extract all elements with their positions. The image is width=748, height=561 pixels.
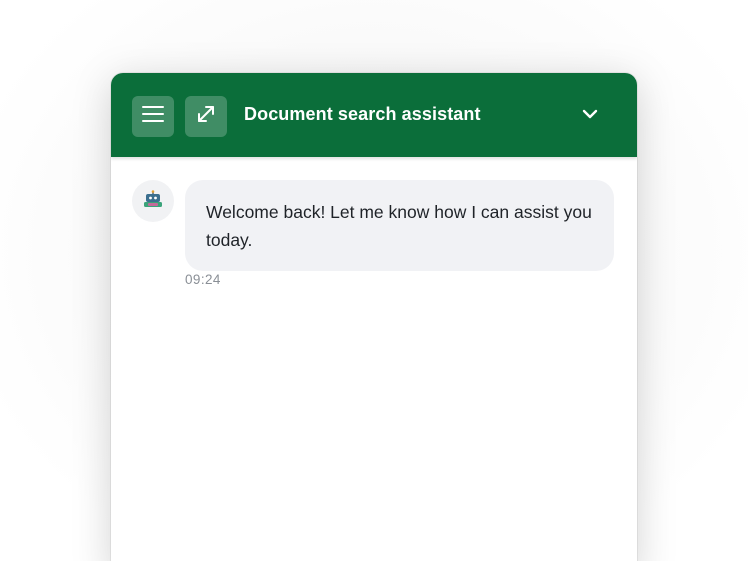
robot-icon xyxy=(143,189,163,213)
hamburger-menu-icon xyxy=(141,104,165,129)
expand-arrows-icon xyxy=(195,103,217,130)
chat-header: Document search assistant xyxy=(111,73,637,157)
bot-avatar xyxy=(132,180,174,222)
chevron-down-icon xyxy=(581,107,599,125)
menu-button[interactable] xyxy=(132,96,174,137)
message-list: Welcome back! Let me know how I can assi… xyxy=(111,157,637,561)
chat-window: Document search assistant Welcome back! … xyxy=(111,73,637,561)
chat-title: Document search assistant xyxy=(244,104,481,124)
bot-message-bubble: Welcome back! Let me know how I can assi… xyxy=(185,180,614,271)
expand-button[interactable] xyxy=(185,96,227,137)
message-timestamp: 09:24 xyxy=(185,272,221,287)
collapse-button[interactable] xyxy=(577,103,603,129)
page-background: Document search assistant Welcome back! … xyxy=(0,0,748,561)
